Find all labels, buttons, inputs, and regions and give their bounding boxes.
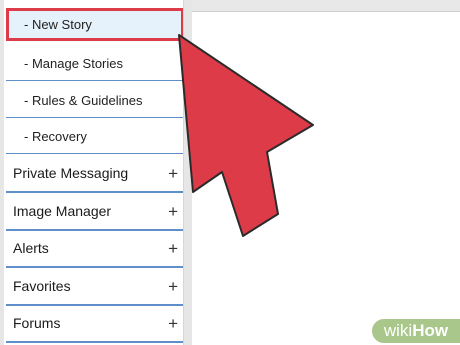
wikihow-watermark: wiki How xyxy=(372,319,460,343)
pointer-arrow-icon xyxy=(178,34,314,237)
watermark-prefix: wiki xyxy=(383,321,413,340)
watermark-brand: How xyxy=(412,321,449,340)
